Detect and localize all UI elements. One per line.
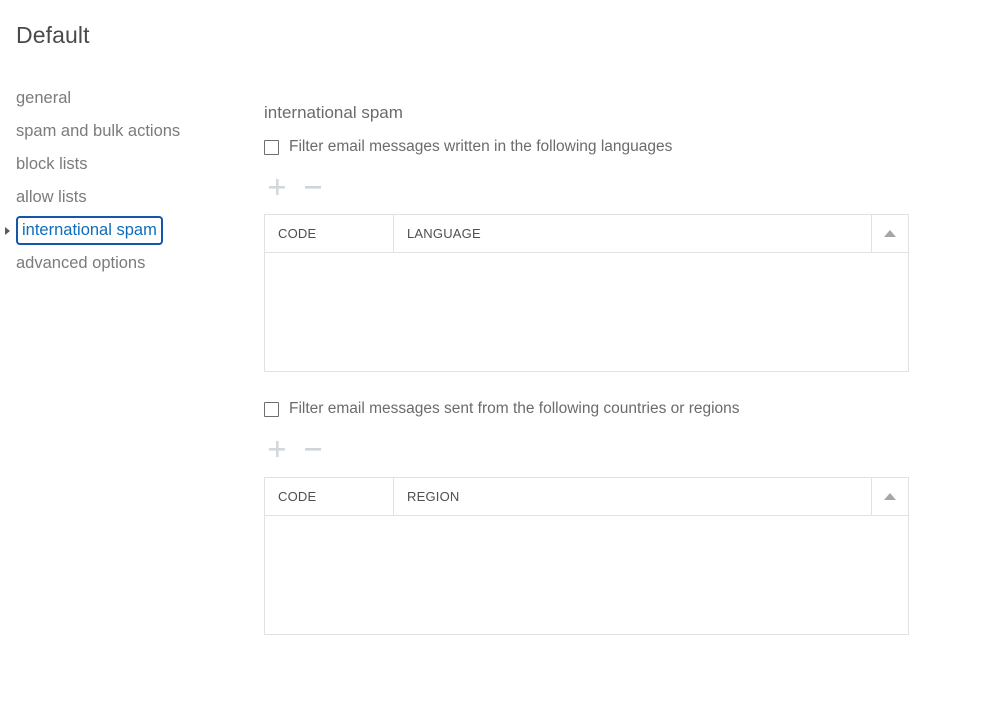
languages-filter-checkbox[interactable] (264, 140, 279, 155)
regions-table: CODE REGION (264, 477, 909, 635)
column-header-code[interactable]: CODE (265, 478, 394, 515)
regions-table-header: CODE REGION (265, 478, 908, 516)
languages-table-header: CODE LANGUAGE (265, 215, 908, 253)
sidebar-item-label: general (16, 82, 71, 115)
sidebar-item-label: spam and bulk actions (16, 115, 180, 148)
sidebar-item-block-lists[interactable]: block lists (0, 148, 240, 181)
languages-sort-button[interactable] (871, 215, 908, 252)
sidebar-item-label: allow lists (16, 181, 87, 214)
page-title: Default (16, 22, 90, 49)
sidebar-item-spam-and-bulk-actions[interactable]: spam and bulk actions (0, 115, 240, 148)
regions-sort-button[interactable] (871, 478, 908, 515)
sidebar-item-advanced-options[interactable]: advanced options (0, 247, 240, 280)
caret-right-icon (5, 227, 10, 235)
regions-filter-label: Filter email messages sent from the foll… (289, 400, 740, 418)
sidebar-nav: general spam and bulk actions block list… (0, 82, 240, 280)
sidebar-item-allow-lists[interactable]: allow lists (0, 181, 240, 214)
regions-filter-checkbox[interactable] (264, 402, 279, 417)
section-heading-international-spam: international spam (264, 103, 403, 123)
sidebar-item-general[interactable]: general (0, 82, 240, 115)
sidebar-item-label: international spam (16, 216, 163, 245)
languages-filter-label: Filter email messages written in the fol… (289, 138, 672, 156)
sort-ascending-icon (884, 493, 896, 500)
sidebar-item-international-spam[interactable]: international spam (0, 214, 240, 247)
languages-filter-checkbox-row[interactable]: Filter email messages written in the fol… (264, 138, 672, 156)
languages-table-body[interactable] (265, 253, 908, 371)
regions-toolbar (264, 436, 326, 462)
languages-table: CODE LANGUAGE (264, 214, 909, 372)
sidebar-item-label: block lists (16, 148, 88, 181)
regions-filter-checkbox-row[interactable]: Filter email messages sent from the foll… (264, 400, 740, 418)
column-header-region[interactable]: REGION (394, 478, 871, 515)
column-header-language[interactable]: LANGUAGE (394, 215, 871, 252)
add-language-button[interactable] (264, 174, 290, 200)
sort-ascending-icon (884, 230, 896, 237)
languages-toolbar (264, 174, 326, 200)
regions-table-body[interactable] (265, 516, 908, 634)
remove-region-button[interactable] (300, 436, 326, 462)
remove-language-button[interactable] (300, 174, 326, 200)
add-region-button[interactable] (264, 436, 290, 462)
sidebar-item-label: advanced options (16, 247, 145, 280)
column-header-code[interactable]: CODE (265, 215, 394, 252)
